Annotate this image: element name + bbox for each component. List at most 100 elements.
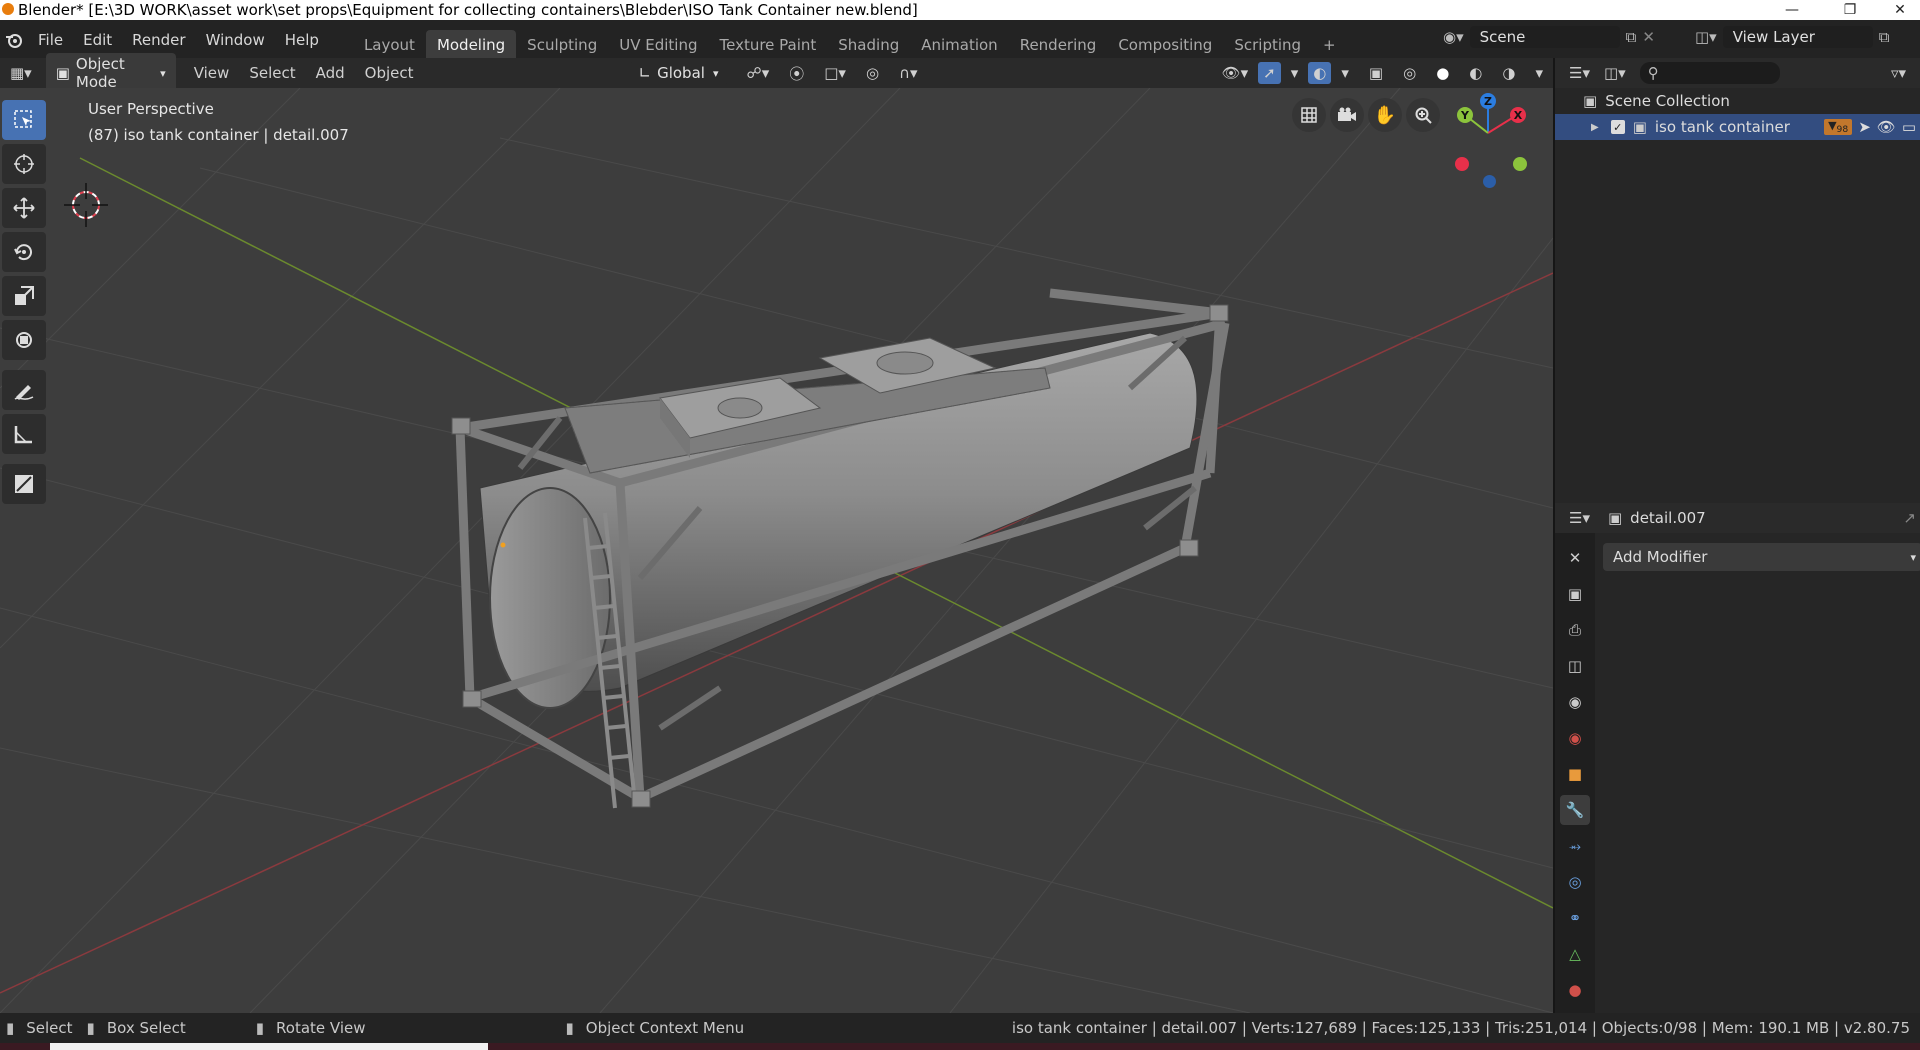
snap-target-icon[interactable]: □▾ [814, 61, 856, 85]
scene-tab-icon[interactable]: ◉ [1560, 687, 1590, 717]
gizmo-z-axis[interactable]: Z [1480, 93, 1496, 109]
tab-scripting[interactable]: Scripting [1223, 30, 1312, 60]
collection-checkbox[interactable]: ✓ [1610, 120, 1625, 134]
menu-add[interactable]: Add [306, 61, 355, 85]
menu-view[interactable]: View [184, 61, 240, 85]
zoom-icon[interactable] [1406, 98, 1440, 132]
modifier-tab-icon[interactable]: 🔧 [1560, 795, 1590, 825]
gizmo-y-axis[interactable]: Y [1457, 107, 1473, 123]
3d-cursor-icon[interactable] [64, 183, 108, 227]
tab-layout[interactable]: Layout [353, 30, 426, 60]
outliner-search-input[interactable]: ⚲ [1639, 62, 1780, 84]
scene-collection-row[interactable]: ▣ Scene Collection [1555, 88, 1920, 114]
3d-viewport[interactable]: User Perspective (87) iso tank container… [0, 88, 1553, 1013]
wireframe-shading-icon[interactable]: ◎ [1393, 61, 1426, 85]
tab-modeling[interactable]: Modeling [425, 30, 517, 60]
xray-icon[interactable]: ▣ [1359, 61, 1393, 85]
material-tab-icon[interactable]: ● [1560, 975, 1590, 1005]
tool-tab-icon[interactable]: ✕ [1560, 543, 1590, 573]
restore-icon[interactable]: ❐ [1830, 0, 1870, 20]
add-modifier-button[interactable]: Add Modifier ▾ [1603, 543, 1920, 571]
outliner-editor-type-icon[interactable]: ☰▾ [1569, 64, 1590, 82]
tab-sculpting[interactable]: Sculpting [516, 30, 608, 60]
falloff-icon[interactable]: ∩▾ [889, 61, 928, 85]
scene-name-field[interactable]: Scene [1469, 26, 1620, 48]
menu-select[interactable]: Select [239, 61, 305, 85]
gizmo-x-axis[interactable]: X [1510, 107, 1526, 123]
grid-view-icon[interactable] [1292, 98, 1326, 132]
view-layer-name-field[interactable]: View Layer [1722, 26, 1873, 48]
select-box-tool-icon[interactable] [2, 100, 46, 140]
menu-object[interactable]: Object [355, 61, 424, 85]
scene-selector[interactable]: ◉▾ Scene ⧉ ✕ [1443, 26, 1655, 48]
tab-texture-paint[interactable]: Texture Paint [708, 30, 827, 60]
object-tab-icon[interactable]: ■ [1560, 759, 1590, 789]
menu-edit[interactable]: Edit [73, 31, 122, 49]
constraints-tab-icon[interactable]: ⚭ [1560, 903, 1590, 933]
new-view-layer-icon[interactable]: ⧉ [1879, 28, 1890, 46]
tab-uv-editing[interactable]: UV Editing [608, 30, 708, 60]
orientation-dropdown[interactable]: ∟ Global ▾ [628, 62, 729, 84]
tab-compositing[interactable]: Compositing [1107, 30, 1223, 60]
monitor-icon[interactable]: ▭ [1902, 118, 1916, 136]
menu-file[interactable]: File [28, 31, 73, 49]
solid-shading-icon[interactable]: ● [1426, 61, 1459, 85]
outliner-collection-row[interactable]: ▶ ✓ ▣ iso tank container ▼98 ➤ 👁 ▭ [1555, 114, 1920, 140]
menu-window[interactable]: Window [196, 31, 275, 49]
view-layer-selector[interactable]: ◫▾ View Layer ⧉ [1695, 26, 1889, 48]
select-restrict-icon[interactable]: ➤ [1858, 118, 1871, 136]
navigation-gizmo[interactable]: Z X Y [1445, 88, 1535, 188]
rotate-tool-icon[interactable] [2, 232, 46, 272]
visibility-icon[interactable]: 👁▾ [1212, 61, 1259, 85]
expand-arrow-icon[interactable]: ▶ [1591, 122, 1599, 133]
snap-icon[interactable]: ⦿ [779, 60, 814, 87]
move-tool-icon[interactable] [2, 188, 46, 228]
overlay-dropdown-icon[interactable]: ▾ [1331, 61, 1359, 85]
gizmo-toggle-icon[interactable]: ➚ [1258, 62, 1281, 84]
shading-dropdown-icon[interactable]: ▾ [1525, 61, 1553, 85]
camera-view-icon[interactable] [1330, 98, 1364, 132]
blender-menu-icon[interactable] [0, 31, 28, 49]
add-cube-tool-icon[interactable] [2, 464, 46, 504]
rendered-shading-icon[interactable]: ◑ [1492, 61, 1525, 85]
cursor-tool-icon[interactable] [2, 144, 46, 184]
output-tab-icon[interactable]: ⎙ [1560, 615, 1590, 645]
world-tab-icon[interactable]: ◉ [1560, 723, 1590, 753]
gizmo-neg-y-axis[interactable] [1513, 157, 1527, 171]
object-data-tab-icon[interactable]: △ [1560, 939, 1590, 969]
tab-rendering[interactable]: Rendering [1009, 30, 1108, 60]
filter-icon[interactable]: ▿▾ [1891, 64, 1906, 82]
menu-render[interactable]: Render [122, 31, 195, 49]
pin-icon[interactable]: ↗ [1903, 509, 1916, 527]
overlay-toggle-icon[interactable]: ◐ [1308, 62, 1332, 84]
eye-icon[interactable]: 👁 [1877, 118, 1896, 136]
render-tab-icon[interactable]: ▣ [1560, 579, 1590, 609]
particles-tab-icon[interactable]: ⥇ [1560, 831, 1590, 861]
transform-tool-icon[interactable] [2, 320, 46, 360]
add-workspace-icon[interactable]: + [1312, 30, 1347, 60]
delete-scene-icon[interactable]: ✕ [1642, 28, 1655, 46]
pan-hand-icon[interactable]: ✋ [1368, 98, 1402, 132]
gizmo-dropdown-icon[interactable]: ▾ [1281, 61, 1309, 85]
mode-dropdown[interactable]: ▣ Object Mode ▾ [45, 53, 176, 93]
minimize-icon[interactable]: — [1772, 0, 1812, 20]
display-mode-icon[interactable]: ◫▾ [1604, 64, 1626, 82]
properties-editor-type-icon[interactable]: ☰▾ [1569, 509, 1590, 527]
material-shading-icon[interactable]: ◐ [1459, 61, 1492, 85]
annotate-tool-icon[interactable] [2, 370, 46, 410]
view-layer-tab-icon[interactable]: ◫ [1560, 651, 1590, 681]
iso-tank-container-model[interactable] [451, 288, 1230, 809]
physics-tab-icon[interactable]: ◎ [1560, 867, 1590, 897]
measure-tool-icon[interactable] [2, 414, 46, 454]
proportional-edit-icon[interactable]: ◎ [856, 61, 889, 85]
pivot-icon[interactable]: ☍▾ [737, 61, 780, 85]
new-scene-icon[interactable]: ⧉ [1626, 28, 1637, 46]
tab-animation[interactable]: Animation [910, 30, 1008, 60]
gizmo-neg-z-axis[interactable] [1483, 175, 1496, 188]
menu-help[interactable]: Help [275, 31, 329, 49]
editor-type-icon[interactable]: ▦▾ [0, 61, 42, 85]
scale-tool-icon[interactable] [2, 276, 46, 316]
close-icon[interactable]: ✕ [1880, 0, 1920, 20]
tab-shading[interactable]: Shading [827, 30, 910, 60]
gizmo-neg-x-axis[interactable] [1455, 157, 1469, 171]
